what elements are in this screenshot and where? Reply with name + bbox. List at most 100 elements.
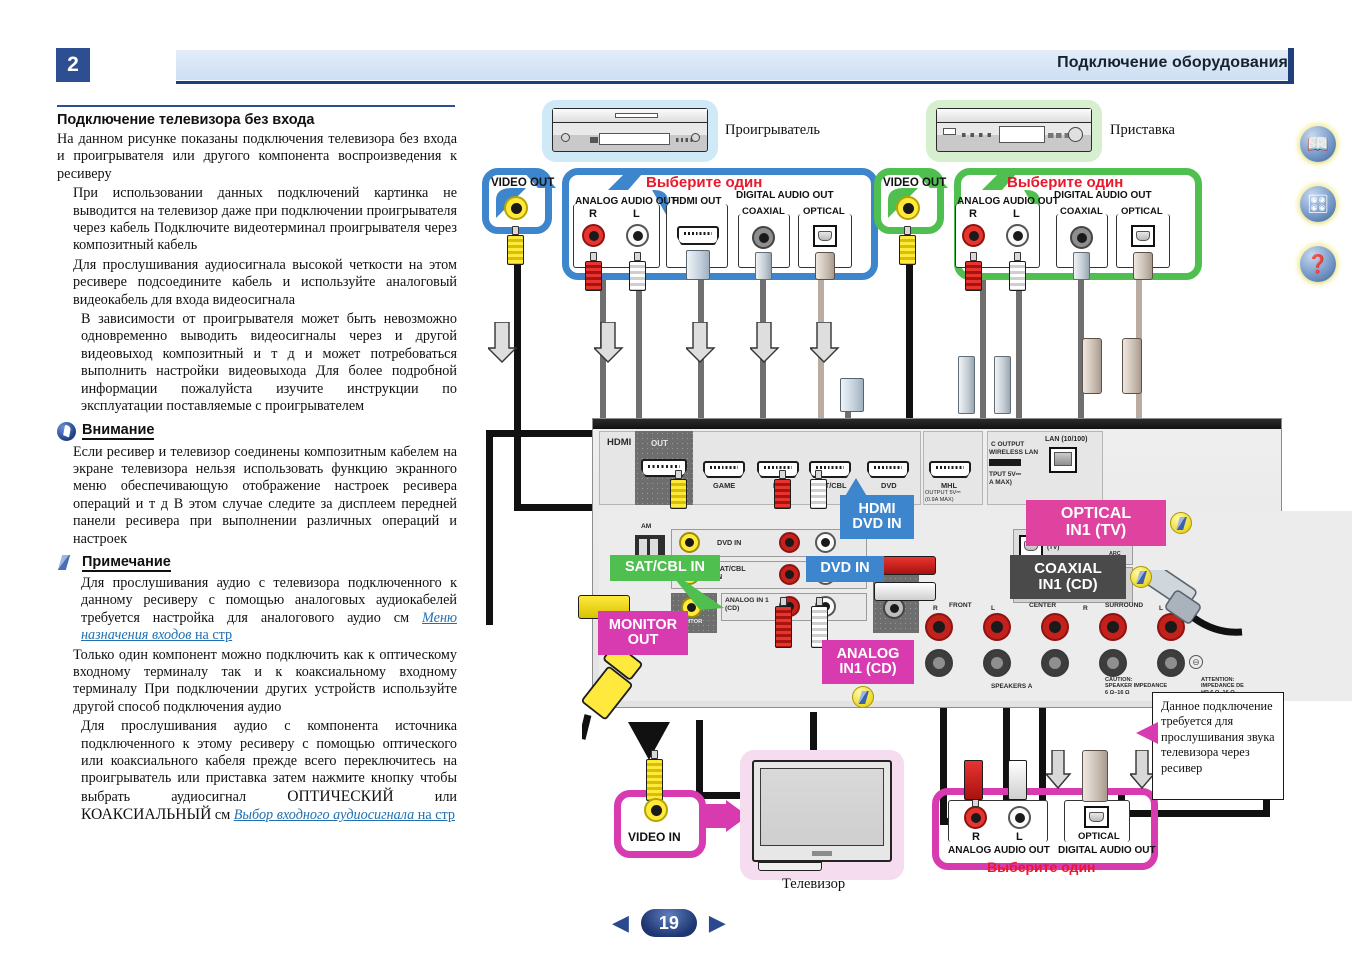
page-header: 2 Подключение оборудования bbox=[0, 20, 1352, 84]
paragraph-bullet-1: При использовании данных подключений кар… bbox=[73, 185, 457, 254]
player-analog-l-jack bbox=[626, 224, 649, 247]
paragraph-intro: На данном рисунке показаны подключения т… bbox=[57, 131, 457, 182]
xref-label-2: Выбор входного аудиосигнала bbox=[233, 807, 415, 824]
receiver-spk-front-l-red bbox=[983, 613, 1011, 641]
note-callout-box: Данное подключение требуется для прослуш… bbox=[1152, 692, 1284, 800]
receiver-spk-r2: R bbox=[1083, 605, 1088, 612]
cable-tv-audio-v bbox=[696, 720, 703, 798]
cable-settop-analog-l bbox=[1016, 278, 1022, 428]
receiver-dvd-audio-l-jack bbox=[815, 532, 836, 553]
player-device-top bbox=[553, 109, 707, 124]
section-title: Подключение телевизора без входа bbox=[57, 112, 315, 128]
hollow-arrow-tv-analog bbox=[1046, 750, 1072, 790]
xref-input-signal-select[interactable]: Выбор входного аудиосигнала на стр bbox=[234, 807, 455, 823]
tv-stand bbox=[758, 862, 822, 871]
settop-video-plug bbox=[899, 226, 916, 265]
player-video-out-label: VIDEO OUT bbox=[491, 177, 555, 189]
player-analog-l-label: L bbox=[633, 208, 640, 220]
player-coaxial-plug bbox=[755, 252, 772, 280]
plug-optical-spare-a bbox=[1082, 338, 1102, 394]
note-heading: Примечание bbox=[57, 554, 457, 572]
settop-device-top bbox=[937, 109, 1091, 124]
settop-choose-one: Выберите один bbox=[1007, 174, 1124, 191]
plug-dvd-audio-l bbox=[810, 470, 827, 509]
hollow-arrow-player-optical bbox=[810, 322, 840, 363]
cable-settop-analog-r bbox=[980, 278, 986, 428]
player-analog-r-plug bbox=[585, 252, 602, 291]
player-optical-plug bbox=[815, 252, 835, 280]
tv-analog-r-jack bbox=[964, 806, 987, 829]
receiver-row-dvd bbox=[671, 529, 867, 557]
hollow-arrow-player-video bbox=[488, 322, 518, 363]
receiver-spk-surr-r-black bbox=[1099, 649, 1127, 677]
section-divider bbox=[57, 105, 455, 107]
receiver-spk-front-r-red bbox=[925, 613, 953, 641]
chapter-number: 2 bbox=[56, 48, 90, 82]
settop-analog-r-plug bbox=[965, 252, 982, 291]
tv-analog-r-label: R bbox=[972, 831, 980, 843]
tag-monitor-out: MONITOR OUT bbox=[598, 611, 688, 655]
receiver-net-line-1: C OUTPUT bbox=[991, 441, 1025, 448]
plug-optical-in1-arc bbox=[994, 356, 1011, 414]
receiver-hdmi-label: HDMI bbox=[607, 437, 632, 448]
settop-digital-audio-out-label: DIGITAL AUDIO OUT bbox=[1054, 190, 1152, 201]
remote-control-icon[interactable]: 🎛 bbox=[1300, 186, 1336, 222]
warning-label: Внимание bbox=[82, 422, 155, 440]
tv-analog-l-label: L bbox=[1016, 831, 1023, 843]
player-analog-l-plug bbox=[629, 252, 646, 291]
manual-book-icon[interactable]: 📖 bbox=[1300, 126, 1336, 162]
settop-optical-jack bbox=[1131, 225, 1155, 247]
player-caption: Проигрыватель bbox=[725, 122, 821, 138]
plug-optical-spare-b bbox=[1122, 338, 1142, 394]
settop-analog-r-label: R bbox=[969, 208, 977, 220]
receiver-spk-center: CENTER bbox=[1029, 602, 1057, 609]
emph-optical: ОПТИЧЕСКИЙ bbox=[287, 787, 394, 805]
receiver-spk-front-r-black bbox=[925, 649, 953, 677]
tag-sat-cbl-in-pointer bbox=[666, 568, 724, 610]
tv-screen bbox=[760, 768, 884, 846]
prev-page-arrow[interactable]: ◀ bbox=[612, 912, 629, 934]
tv-optical-jack bbox=[1084, 806, 1109, 828]
settop-analog-r-jack bbox=[962, 224, 985, 247]
header-tab-end bbox=[1288, 48, 1294, 84]
plug-analog-in1-r bbox=[775, 597, 792, 648]
receiver-hdmi-game-label: GAME bbox=[713, 481, 736, 490]
emph-mid: или bbox=[393, 788, 458, 805]
remote-control-glyph: 🎛 bbox=[1306, 193, 1330, 214]
tag-analog-in1-cd: ANALOG IN1 (CD) bbox=[822, 640, 914, 684]
receiver-dvd-video-jack bbox=[679, 532, 700, 553]
xref-tail: на стр bbox=[191, 627, 233, 644]
tag-hdmi-dvd-in-pointer bbox=[844, 478, 868, 498]
settop-optical-plug bbox=[1133, 252, 1153, 280]
receiver-spk-front: FRONT bbox=[949, 602, 972, 609]
tag-coaxial-in1-cd: COAXIAL IN1 (CD) bbox=[1010, 555, 1126, 599]
help-question-icon[interactable]: ❓ bbox=[1300, 246, 1336, 282]
tv-plug-optical bbox=[1082, 750, 1108, 802]
settop-analog-l-plug bbox=[1009, 252, 1026, 291]
tv-analog-l-jack bbox=[1008, 806, 1031, 829]
page-number-badge: 19 bbox=[640, 909, 697, 937]
help-question-glyph: ❓ bbox=[1306, 253, 1330, 274]
receiver-hdmi-dvd-label: DVD bbox=[881, 481, 897, 490]
settop-caption: Приставка bbox=[1110, 122, 1175, 138]
note-callout-pointer bbox=[1136, 722, 1158, 744]
tv-analog-audio-out-label: ANALOG AUDIO OUT bbox=[948, 845, 1050, 856]
settop-analog-l-label: L bbox=[1013, 208, 1020, 220]
hollow-arrow-player-analog bbox=[594, 322, 624, 363]
receiver-am-label: AM bbox=[641, 523, 652, 530]
receiver-lan-label: LAN (10/100) bbox=[1045, 436, 1088, 443]
tv-plug-l-body bbox=[1008, 760, 1027, 800]
note-label: Примечание bbox=[82, 553, 171, 572]
receiver-hdmi-port-mhl bbox=[929, 461, 971, 478]
receiver-spk-surr-r-red bbox=[1099, 613, 1127, 641]
settop-analog-l-jack bbox=[1006, 224, 1029, 247]
note-item-1: Для прослушивания аудио с телевизора под… bbox=[57, 575, 457, 645]
player-choose-one: Выберите один bbox=[646, 174, 763, 191]
receiver-hdmi-out-label: OUT bbox=[651, 439, 668, 448]
next-page-arrow[interactable]: ▶ bbox=[709, 912, 726, 934]
receiver-hdmi-port-dvd bbox=[867, 461, 909, 478]
hollow-arrow-player-hdmi bbox=[686, 322, 716, 363]
left-text-column: Подключение телевизора без входа На данн… bbox=[57, 105, 457, 827]
receiver-mhl-sub: OUTPUT 5V⎓ (0.9A MAX) bbox=[925, 490, 961, 503]
settop-video-out-jack bbox=[896, 196, 920, 220]
